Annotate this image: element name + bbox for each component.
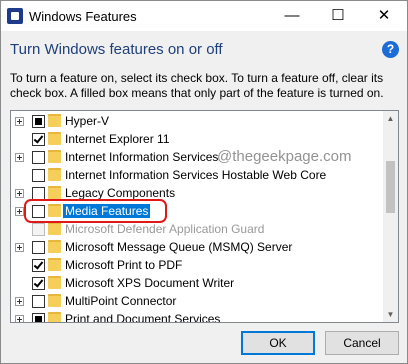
close-button[interactable]: ✕ (361, 1, 407, 31)
feature-label[interactable]: MultiPoint Connector (65, 294, 176, 308)
feature-label[interactable]: Microsoft XPS Document Writer (65, 276, 234, 290)
feature-checkbox[interactable] (32, 259, 45, 272)
expand-plus-icon[interactable] (15, 153, 24, 162)
folder-icon (48, 222, 61, 235)
feature-row[interactable]: Media Features (11, 202, 383, 220)
cancel-button[interactable]: Cancel (325, 331, 399, 355)
folder-icon (48, 114, 61, 127)
folder-icon (48, 204, 61, 217)
feature-label[interactable]: Microsoft Message Queue (MSMQ) Server (65, 240, 292, 254)
feature-row[interactable]: MultiPoint Connector (11, 292, 383, 310)
windows-features-dialog: Windows Features — ☐ ✕ Turn Windows feat… (0, 0, 408, 364)
expand-plus-icon[interactable] (15, 297, 24, 306)
scroll-down-arrow-icon[interactable]: ▼ (383, 307, 398, 322)
feature-label[interactable]: Microsoft Defender Application Guard (65, 222, 264, 236)
maximize-button[interactable]: ☐ (315, 1, 361, 31)
feature-checkbox[interactable] (32, 133, 45, 146)
feature-row[interactable]: Microsoft Defender Application Guard (11, 220, 383, 238)
feature-row[interactable]: Microsoft Print to PDF (11, 256, 383, 274)
expand-plus-icon[interactable] (15, 315, 24, 322)
vertical-scrollbar[interactable]: ▲ ▼ (383, 111, 398, 322)
feature-checkbox[interactable] (32, 115, 45, 128)
feature-label[interactable]: Internet Explorer 11 (65, 132, 170, 146)
feature-checkbox[interactable] (32, 205, 45, 218)
folder-icon (48, 294, 61, 307)
watermark: @thegeekpage.com (217, 148, 352, 165)
feature-row[interactable]: Internet Explorer 11 (11, 130, 383, 148)
feature-label[interactable]: Legacy Components (65, 186, 175, 200)
feature-row[interactable]: Microsoft XPS Document Writer (11, 274, 383, 292)
feature-label[interactable]: Microsoft Print to PDF (65, 258, 182, 272)
scroll-up-arrow-icon[interactable]: ▲ (383, 111, 398, 126)
feature-row[interactable]: Print and Document Services (11, 310, 383, 322)
feature-row[interactable]: Internet Information Services Hostable W… (11, 166, 383, 184)
feature-label[interactable]: Print and Document Services (65, 312, 220, 322)
ok-button[interactable]: OK (241, 331, 315, 355)
description-text: To turn a feature on, select its check b… (10, 71, 384, 100)
feature-checkbox[interactable] (32, 277, 45, 290)
feature-label[interactable]: Media Features (63, 204, 151, 218)
feature-label[interactable]: Hyper-V (65, 114, 109, 128)
feature-checkbox[interactable] (32, 169, 45, 182)
scroll-thumb[interactable] (386, 161, 395, 213)
folder-icon (48, 258, 61, 271)
feature-checkbox[interactable] (32, 295, 45, 308)
feature-checkbox[interactable] (32, 313, 45, 322)
expand-plus-icon[interactable] (15, 207, 24, 216)
folder-icon (48, 312, 61, 322)
folder-icon (48, 276, 61, 289)
expand-plus-icon[interactable] (15, 117, 24, 126)
feature-label[interactable]: Internet Information Services Hostable W… (65, 168, 326, 182)
feature-checkbox[interactable] (32, 187, 45, 200)
feature-row[interactable]: Microsoft Message Queue (MSMQ) Server (11, 238, 383, 256)
windows-features-app-icon (7, 8, 23, 24)
folder-icon (48, 186, 61, 199)
feature-checkbox[interactable] (32, 151, 45, 164)
minimize-button[interactable]: — (269, 1, 315, 31)
title-bar: Windows Features — ☐ ✕ (1, 1, 407, 31)
expand-plus-icon[interactable] (15, 243, 24, 252)
feature-row[interactable]: Legacy Components (11, 184, 383, 202)
feature-checkbox (32, 223, 45, 236)
folder-icon (48, 150, 61, 163)
feature-checkbox[interactable] (32, 241, 45, 254)
feature-row[interactable]: Hyper-V (11, 112, 383, 130)
features-tree[interactable]: Hyper-V Internet Explorer 11 Internet Info… (10, 110, 399, 323)
folder-icon (48, 240, 61, 253)
window-title: Windows Features (29, 9, 137, 24)
feature-label[interactable]: Internet Information Services (65, 150, 218, 164)
folder-icon (48, 168, 61, 181)
help-icon[interactable]: ? (382, 41, 399, 58)
page-title: Turn Windows features on or off (10, 41, 223, 58)
expand-plus-icon[interactable] (15, 189, 24, 198)
folder-icon (48, 132, 61, 145)
